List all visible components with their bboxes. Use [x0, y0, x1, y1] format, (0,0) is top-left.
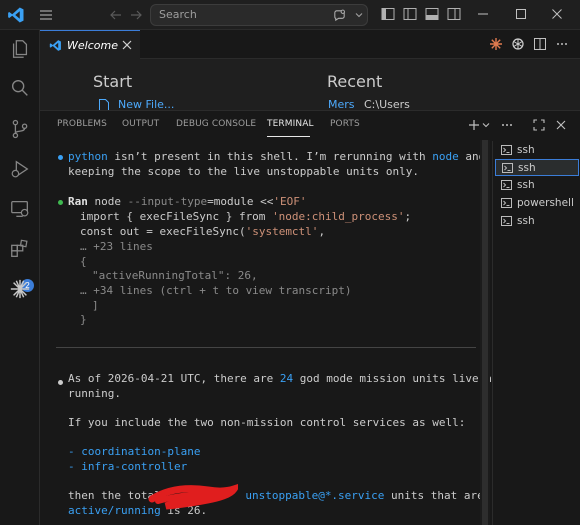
terminal-list-label: ssh	[518, 162, 536, 174]
maximize-icon[interactable]	[514, 7, 528, 21]
run-debug-icon[interactable]	[9, 158, 31, 180]
terminal-icon	[501, 180, 512, 190]
recent-item-path: C:\Users	[364, 98, 410, 110]
terminal-list-label: powershell	[517, 197, 574, 209]
more-actions-icon[interactable]	[555, 37, 569, 51]
terminal-line: As of 2026-04-21 UTC, there are 24 god m…	[68, 372, 492, 385]
terminal-list-label: ssh	[517, 179, 535, 191]
tab-label: Welcome	[67, 39, 118, 52]
terminal-line: import { execFileSync } from 'node:child…	[80, 210, 412, 223]
scrollbar-thumb[interactable]	[482, 140, 488, 525]
close-window-icon[interactable]	[550, 7, 564, 21]
tab-ports[interactable]: PORTS	[330, 119, 360, 129]
terminal-line: {	[80, 255, 87, 268]
terminal-list-label: ssh	[517, 215, 535, 227]
divider	[56, 347, 476, 348]
terminal-line: "activeRunningTotal": 26,	[92, 269, 258, 282]
terminal-line: then the total unstoppable@*.service uni…	[68, 489, 484, 502]
recent-heading: Recent	[327, 72, 383, 91]
terminal-line: }	[80, 313, 87, 326]
tab-terminal[interactable]: TERMINAL	[267, 119, 314, 129]
active-tab-indicator	[267, 136, 310, 137]
vscode-logo-icon	[49, 40, 61, 51]
tab-debug-console[interactable]: DEBUG CONSOLE	[176, 119, 256, 129]
recent-item-link[interactable]: Mers	[328, 98, 355, 110]
customize-layout-icon[interactable]	[447, 7, 461, 21]
terminal-line: keeping the scope to the live unstoppabl…	[68, 165, 419, 178]
new-terminal-icon[interactable]	[467, 118, 481, 132]
search-icon[interactable]	[9, 77, 31, 99]
terminal-line: ]	[92, 299, 99, 312]
list-item: - infra-controller	[68, 460, 188, 473]
terminal-icon	[501, 216, 512, 226]
menu-icon[interactable]	[38, 7, 54, 23]
more-actions-icon[interactable]	[500, 118, 514, 132]
toggle-panel-icon[interactable]	[425, 7, 439, 21]
terminal-list-item[interactable]: powershell	[495, 195, 579, 212]
terminal-line: Ran node --input-type=module <<'EOF'	[68, 195, 307, 208]
spark-icon[interactable]	[489, 37, 503, 51]
terminal-list-item[interactable]: ssh	[495, 177, 579, 194]
terminal-list-label: ssh	[517, 144, 535, 156]
chevron-down-icon[interactable]	[481, 118, 491, 132]
new-file-icon	[99, 99, 109, 110]
forward-arrow-icon[interactable]	[128, 7, 144, 23]
terminal-list-item[interactable]: ssh	[495, 142, 579, 159]
terminal-icon	[501, 198, 512, 208]
search-input[interactable]: Search	[150, 4, 368, 26]
new-file-link[interactable]: New File...	[118, 98, 174, 110]
openai-icon[interactable]	[511, 37, 525, 51]
copilot-icon[interactable]	[332, 8, 347, 23]
bottom-panel: PROBLEMS OUTPUT DEBUG CONSOLE TERMINAL P…	[40, 110, 580, 525]
toggle-primary-sidebar-icon[interactable]	[381, 7, 395, 21]
list-item: - coordination-plane	[68, 445, 201, 458]
terminal-line: … +23 lines	[80, 240, 153, 253]
terminal-line: const out = execFileSync('systemctl',	[80, 225, 326, 238]
maximize-panel-icon[interactable]	[532, 118, 546, 132]
tool-call-bullet	[58, 200, 63, 205]
terminal-line: python isn’t present in this shell. I’m …	[68, 150, 486, 163]
tab-problems[interactable]: PROBLEMS	[57, 119, 107, 129]
terminal-output[interactable]: python isn’t present in this shell. I’m …	[40, 141, 492, 525]
explorer-icon[interactable]	[9, 38, 31, 60]
terminal-icon	[502, 163, 513, 173]
activity-bar: 2	[0, 30, 40, 525]
start-heading: Start	[93, 72, 133, 91]
tab-welcome[interactable]: Welcome	[40, 30, 140, 59]
terminal-line: … +34 lines (ctrl + t to view transcript…	[80, 284, 352, 297]
source-control-icon[interactable]	[9, 118, 31, 140]
close-icon[interactable]	[122, 40, 132, 50]
back-arrow-icon[interactable]	[108, 7, 124, 23]
tab-output[interactable]: OUTPUT	[122, 119, 159, 129]
extensions-icon[interactable]	[9, 238, 31, 260]
editor-tab-bar: Welcome	[40, 30, 580, 59]
chevron-down-icon[interactable]	[354, 10, 364, 20]
message-bullet	[58, 155, 63, 160]
vscode-logo-icon	[8, 7, 24, 23]
search-placeholder: Search	[159, 8, 197, 21]
split-editor-icon[interactable]	[533, 37, 547, 51]
redaction-scribble	[148, 483, 238, 510]
terminal-list-item[interactable]: ssh	[495, 159, 579, 176]
terminal-list: ssh ssh ssh powershell ssh	[492, 141, 580, 525]
welcome-page: Start Recent New File... Mers C:\Users	[40, 60, 580, 110]
terminal-scrollbar[interactable]	[480, 140, 490, 525]
message-bullet	[58, 380, 63, 385]
terminal-line: If you include the two non-mission contr…	[68, 416, 466, 429]
terminal-icon	[501, 145, 512, 155]
minimize-icon[interactable]	[476, 7, 490, 21]
title-bar: Search	[0, 0, 580, 30]
close-panel-icon[interactable]	[554, 118, 568, 132]
terminal-line: running.	[68, 387, 121, 400]
remote-explorer-icon[interactable]	[9, 198, 31, 220]
spark-extension-icon[interactable]	[9, 278, 31, 300]
toggle-secondary-sidebar-icon[interactable]	[403, 7, 417, 21]
terminal-list-item[interactable]: ssh	[495, 213, 579, 230]
